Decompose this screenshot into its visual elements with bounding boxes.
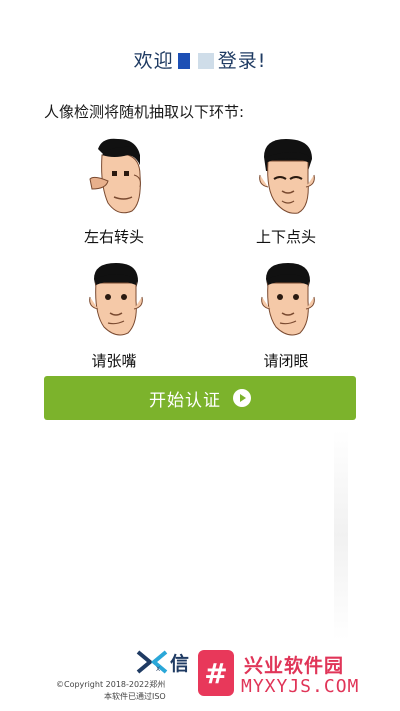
start-button-label: 开始认证 — [149, 390, 221, 411]
company-name: 信 — [170, 653, 190, 675]
step-label: 请张嘴 — [91, 352, 137, 370]
step-open-mouth: 请张嘴 — [44, 259, 184, 374]
start-verification-button[interactable]: 开始认证 — [44, 376, 356, 420]
iso-text: 本软件已通过ISO — [104, 692, 166, 701]
face-close-eyes-icon — [261, 263, 315, 336]
face-open-mouth-icon — [89, 263, 143, 336]
step-close-eyes: 请闭眼 — [216, 259, 356, 374]
welcome-suffix: 登录! — [217, 50, 267, 72]
welcome-prefix: 欢迎 — [133, 50, 174, 72]
step-nod: 上下点头 — [216, 135, 356, 250]
play-icon — [233, 389, 251, 407]
scrollbar-track — [334, 430, 348, 640]
instruction-text: 人像检测将随机抽取以下环节: — [44, 103, 245, 121]
watermark-url: MYXYJS.COM — [241, 676, 360, 697]
redacted-name-block — [177, 53, 190, 69]
face-turn-head-icon — [89, 138, 141, 214]
watermark-title: 兴业软件园 — [244, 655, 345, 677]
company-logo-icon — [136, 650, 168, 674]
watermark-logo: # — [198, 650, 234, 696]
step-label: 左右转头 — [83, 228, 144, 246]
detection-steps-grid: 左右转头 上下点头 请张嘴 请闭眼 — [44, 135, 356, 370]
copyright-text: ©Copyright 2018-2022郑州 — [56, 680, 166, 689]
welcome-title: 欢迎 登录! — [0, 46, 400, 73]
company-name-en: X — [156, 666, 161, 673]
redacted-name-block — [197, 53, 214, 69]
step-turn-head: 左右转头 — [44, 135, 184, 250]
face-nod-icon — [259, 139, 315, 214]
step-label: 请闭眼 — [263, 352, 309, 370]
step-label: 上下点头 — [255, 228, 316, 246]
